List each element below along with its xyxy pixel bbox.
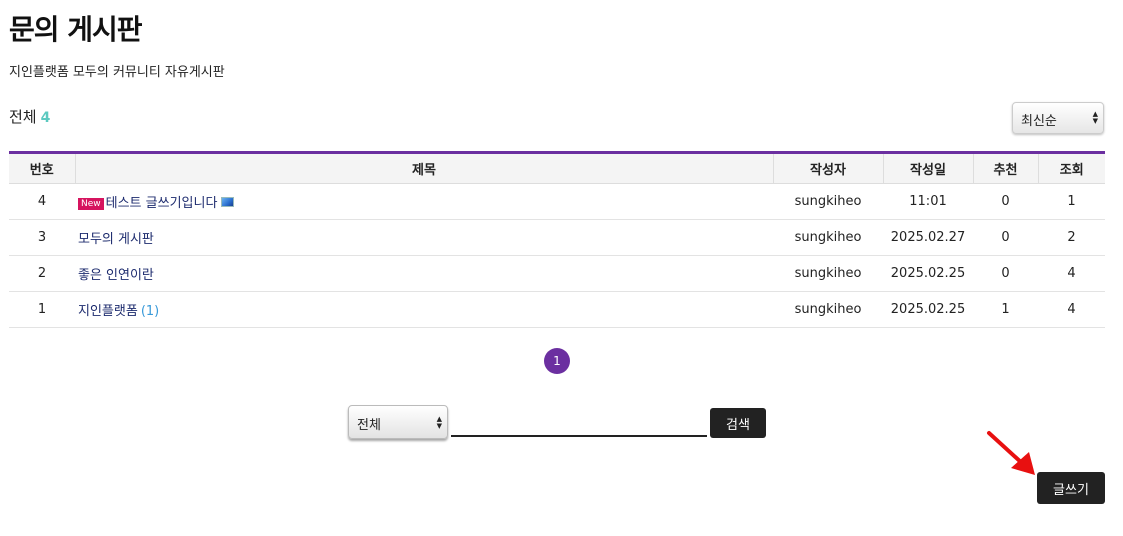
- search-field-selected-value: 전체: [357, 418, 381, 433]
- table-row[interactable]: 1 지인플랫폼 (1) sungkiheo 2025.02.25 1 4: [9, 291, 1105, 328]
- row-date: 2025.02.25: [883, 255, 973, 292]
- row-number: 3: [9, 219, 75, 256]
- row-author: sungkiheo: [773, 219, 883, 256]
- table-header-row: 번호 제목 작성자 작성일 추천 조회: [9, 152, 1105, 184]
- post-title-link[interactable]: 테스트 글쓰기입니다: [106, 196, 218, 211]
- header-number: 번호: [9, 152, 76, 184]
- write-post-button[interactable]: 글쓰기: [1037, 472, 1105, 504]
- header-subject: 제목: [75, 152, 774, 184]
- image-icon: [221, 197, 235, 207]
- header-date: 작성일: [883, 152, 974, 184]
- page-title: 문의 게시판: [9, 13, 143, 46]
- search-field-select[interactable]: 전체 ▲ ▼: [348, 405, 448, 439]
- updown-arrows-icon: ▲ ▼: [436, 415, 442, 430]
- red-arrow-icon: [987, 431, 1035, 475]
- row-author: sungkiheo: [773, 291, 883, 328]
- row-views: 1: [1038, 183, 1105, 220]
- search-input[interactable]: [451, 407, 707, 437]
- row-date: 2025.02.27: [883, 219, 973, 256]
- page-description: 지인플랫폼 모두의 커뮤니티 자유게시판: [9, 65, 225, 80]
- row-date: 11:01: [883, 183, 973, 220]
- new-badge: New: [78, 198, 104, 210]
- post-subject[interactable]: 모두의 게시판: [75, 219, 773, 256]
- post-subject[interactable]: New 테스트 글쓰기입니다: [75, 183, 773, 220]
- search-button[interactable]: 검색: [710, 408, 766, 438]
- comment-count[interactable]: (1): [141, 304, 159, 319]
- header-author: 작성자: [773, 152, 884, 184]
- updown-arrows-icon: ▲ ▼: [1092, 110, 1098, 125]
- post-title-link[interactable]: 좋은 인연이란: [78, 268, 154, 283]
- header-views: 조회: [1038, 152, 1105, 184]
- row-likes: 1: [973, 291, 1038, 328]
- post-subject[interactable]: 지인플랫폼 (1): [75, 291, 773, 328]
- row-date: 2025.02.25: [883, 291, 973, 328]
- row-likes: 0: [973, 255, 1038, 292]
- row-number: 2: [9, 255, 75, 292]
- sort-select[interactable]: 최신순 ▲ ▼: [1012, 102, 1104, 134]
- row-likes: 0: [973, 219, 1038, 256]
- row-author: sungkiheo: [773, 255, 883, 292]
- pagination-current-page[interactable]: 1: [544, 348, 570, 374]
- total-label: 전체: [9, 108, 37, 126]
- row-number: 1: [9, 291, 75, 328]
- table-row[interactable]: 3 모두의 게시판 sungkiheo 2025.02.27 0 2: [9, 219, 1105, 256]
- table-row[interactable]: 2 좋은 인연이란 sungkiheo 2025.02.25 0 4: [9, 255, 1105, 292]
- board-table: 번호 제목 작성자 작성일 추천 조회 4 New 테스트 글쓰기입니다 sung…: [9, 151, 1105, 328]
- row-likes: 0: [973, 183, 1038, 220]
- row-views: 4: [1038, 291, 1105, 328]
- row-author: sungkiheo: [773, 183, 883, 220]
- total-count: 4: [40, 110, 51, 126]
- row-number: 4: [9, 183, 75, 220]
- row-views: 2: [1038, 219, 1105, 256]
- table-row[interactable]: 4 New 테스트 글쓰기입니다 sungkiheo 11:01 0 1: [9, 183, 1105, 220]
- sort-selected-value: 최신순: [1021, 114, 1057, 129]
- row-views: 4: [1038, 255, 1105, 292]
- header-likes: 추천: [973, 152, 1039, 184]
- post-title-link[interactable]: 모두의 게시판: [78, 232, 154, 247]
- total-count-label: 전체 4: [9, 106, 50, 127]
- post-title-link[interactable]: 지인플랫폼: [78, 304, 138, 319]
- post-subject[interactable]: 좋은 인연이란: [75, 255, 773, 292]
